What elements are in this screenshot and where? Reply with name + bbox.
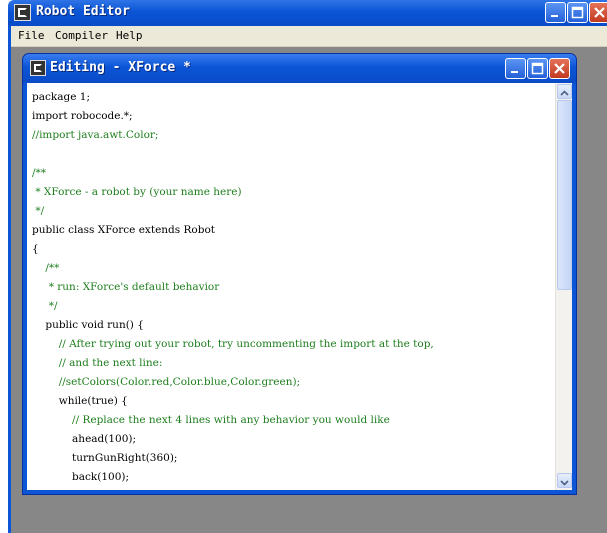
- scroll-down-icon: [560, 480, 569, 486]
- scroll-up-icon: [560, 90, 569, 96]
- editor-titlebar[interactable]: Editing - XForce *: [23, 54, 576, 83]
- code-line[interactable]: /**: [32, 164, 434, 183]
- code-text[interactable]: package 1; import robocode.*;//import jav…: [32, 88, 434, 487]
- code-line[interactable]: */: [32, 297, 434, 316]
- app-icon: [14, 4, 31, 21]
- app-titlebar[interactable]: Robot Editor: [8, 0, 607, 26]
- code-line[interactable]: //setColors(Color.red,Color.blue,Color.g…: [32, 373, 434, 392]
- code-line[interactable]: public void run() {: [32, 316, 434, 335]
- code-line[interactable]: {: [32, 240, 434, 259]
- code-line[interactable]: ahead(100);: [32, 430, 434, 449]
- menu-help[interactable]: Help: [116, 29, 143, 42]
- editor-minimize-button[interactable]: [505, 58, 526, 79]
- vertical-scrollbar[interactable]: [555, 83, 572, 490]
- minimize-icon: [551, 15, 558, 17]
- editor-maximize-button[interactable]: [527, 58, 548, 79]
- code-line[interactable]: package 1;: [32, 88, 434, 107]
- code-line[interactable]: [32, 145, 434, 164]
- app-title: Robot Editor: [36, 4, 130, 19]
- minimize-icon: [511, 71, 518, 73]
- close-button[interactable]: [589, 2, 607, 23]
- maximize-icon: [531, 62, 544, 75]
- maximize-button[interactable]: [567, 2, 588, 23]
- editor-window: Editing - XForce * package 1; import robo…: [23, 54, 576, 494]
- menu-file[interactable]: File: [18, 29, 45, 42]
- code-line[interactable]: turnGunRight(360);: [32, 449, 434, 468]
- scroll-thumb[interactable]: [557, 100, 572, 290]
- code-line[interactable]: */: [32, 202, 434, 221]
- minimize-button[interactable]: [545, 2, 566, 23]
- code-line[interactable]: back(100);: [32, 468, 434, 487]
- code-line[interactable]: /**: [32, 259, 434, 278]
- code-line[interactable]: public class XForce extends Robot: [32, 221, 434, 240]
- code-line[interactable]: * XForce - a robot by (your name here): [32, 183, 434, 202]
- code-editor[interactable]: package 1; import robocode.*;//import jav…: [27, 83, 572, 490]
- code-line[interactable]: while(true) {: [32, 392, 434, 411]
- close-icon: [594, 7, 605, 18]
- menu-compiler[interactable]: Compiler: [55, 29, 108, 42]
- code-line[interactable]: // After trying out your robot, try unco…: [32, 335, 434, 354]
- code-line[interactable]: * run: XForce's default behavior: [32, 278, 434, 297]
- code-line[interactable]: //import java.awt.Color;: [32, 126, 434, 145]
- code-line[interactable]: // and the next line:: [32, 354, 434, 373]
- scroll-up-button[interactable]: [557, 84, 572, 99]
- code-line[interactable]: // Replace the next 4 lines with any beh…: [32, 411, 434, 430]
- maximize-icon: [571, 6, 584, 19]
- editor-close-button[interactable]: [549, 58, 570, 79]
- editor-icon: [30, 60, 46, 76]
- scroll-down-button[interactable]: [557, 473, 572, 488]
- menu-bar: File Compiler Help: [8, 26, 607, 47]
- close-icon: [554, 63, 565, 74]
- editor-title: Editing - XForce *: [50, 60, 191, 75]
- window-border: [8, 26, 11, 533]
- code-line[interactable]: import robocode.*;: [32, 107, 434, 126]
